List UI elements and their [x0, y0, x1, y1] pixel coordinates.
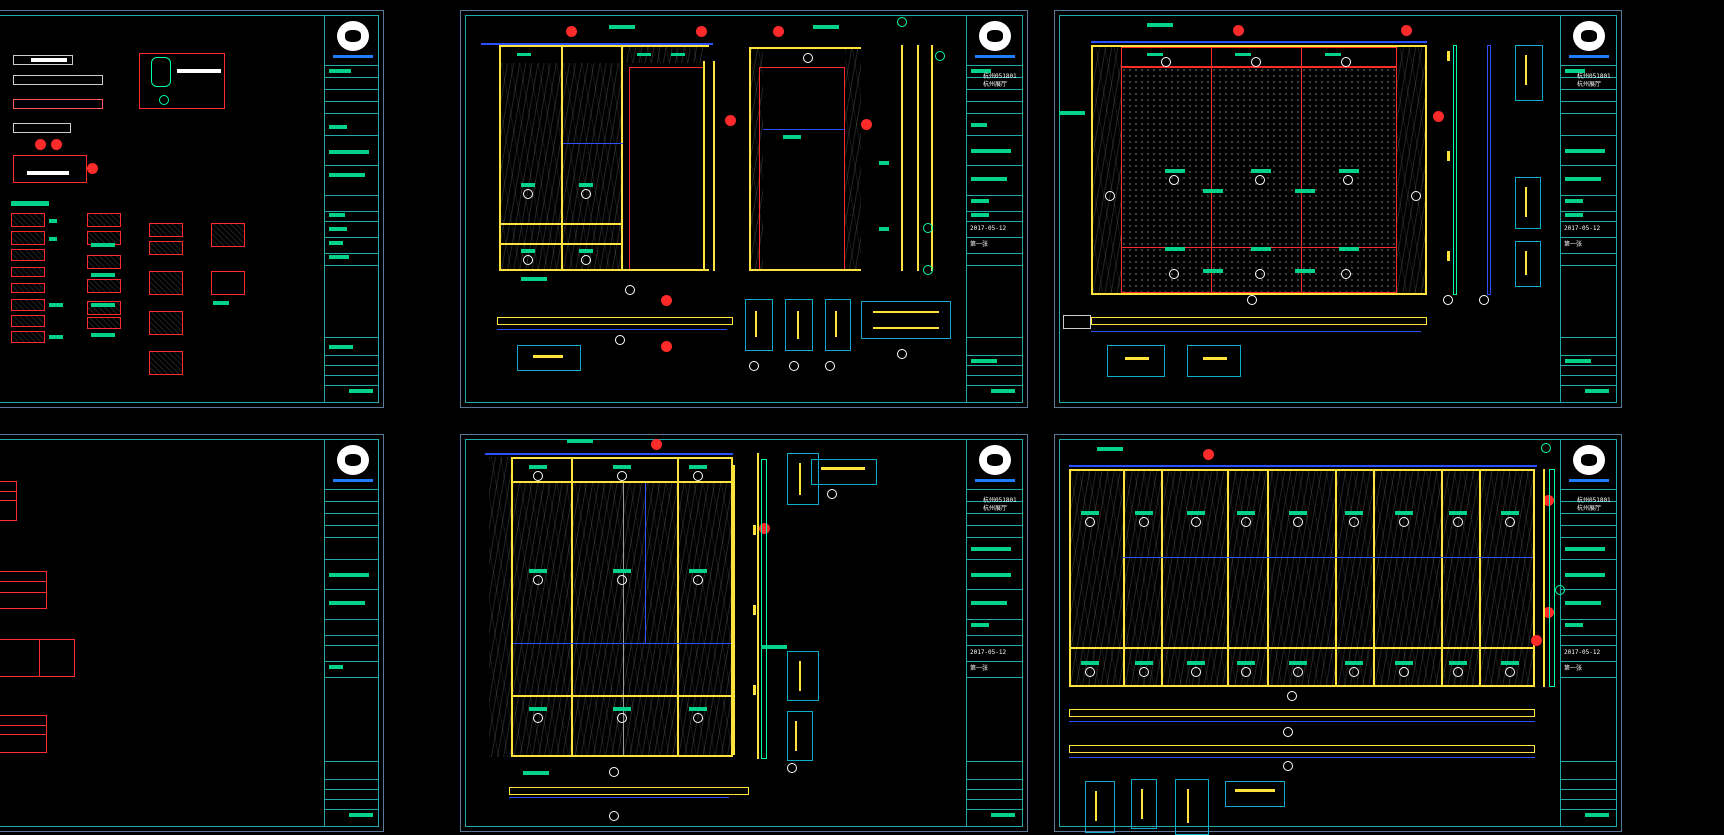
company-logo-icon — [1573, 445, 1605, 475]
company-logo-icon — [337, 21, 369, 51]
company-logo-icon — [979, 21, 1011, 51]
page-number: 第一张 — [970, 241, 989, 248]
cad-model-space[interactable]: 杭州051801 杭州展厅 2017-05-12 第一张 杭州051801 杭州… — [0, 0, 1724, 835]
company-logo-icon — [337, 445, 369, 475]
project-code: 杭州051801 — [983, 497, 1017, 504]
client-name: 杭州展厅 — [1577, 81, 1602, 88]
drawing-date: 2017-05-12 — [1564, 649, 1601, 656]
client-name: 杭州展厅 — [1577, 505, 1602, 512]
elevation-sheet-c[interactable]: 杭州051801 杭州展厅 2017-05-12 第一张 — [460, 434, 1028, 832]
title-block — [324, 15, 379, 403]
title-block: 杭州051801 杭州展厅 2017-05-12 第一张 — [966, 439, 1023, 827]
project-code: 杭州051801 — [983, 73, 1017, 80]
client-name: 杭州展厅 — [983, 81, 1008, 88]
project-code: 杭州051801 — [1577, 497, 1611, 504]
title-block — [324, 439, 379, 827]
drawing-date: 2017-05-12 — [970, 649, 1007, 656]
title-block: 杭州051801 杭州展厅 2017-05-12 第一张 — [966, 15, 1023, 403]
company-logo-icon — [979, 445, 1011, 475]
elevation-sheet-b[interactable]: 杭州051801 杭州展厅 2017-05-12 第一张 — [1054, 10, 1622, 408]
title-block: 杭州051801 杭州展厅 2017-05-12 第一张 — [1560, 15, 1617, 403]
elevation-sheet-a[interactable]: 杭州051801 杭州展厅 2017-05-12 第一张 — [460, 10, 1028, 408]
page-number: 第一张 — [970, 665, 989, 672]
sheet-border — [0, 439, 379, 827]
page-number: 第一张 — [1564, 241, 1583, 248]
logo-text — [333, 55, 373, 58]
table-sheet[interactable] — [0, 434, 384, 832]
company-logo-icon — [1573, 21, 1605, 51]
title-block: 杭州051801 杭州展厅 2017-05-12 第一张 — [1560, 439, 1617, 827]
project-code: 杭州051801 — [1577, 73, 1611, 80]
drawing-date: 2017-05-12 — [1564, 225, 1601, 232]
client-name: 杭州展厅 — [983, 505, 1008, 512]
page-number: 第一张 — [1564, 665, 1583, 672]
legend-sheet[interactable] — [0, 10, 384, 408]
drawing-date: 2017-05-12 — [970, 225, 1007, 232]
elevation-sheet-d[interactable]: 杭州051801 杭州展厅 2017-05-12 第一张 — [1054, 434, 1622, 835]
